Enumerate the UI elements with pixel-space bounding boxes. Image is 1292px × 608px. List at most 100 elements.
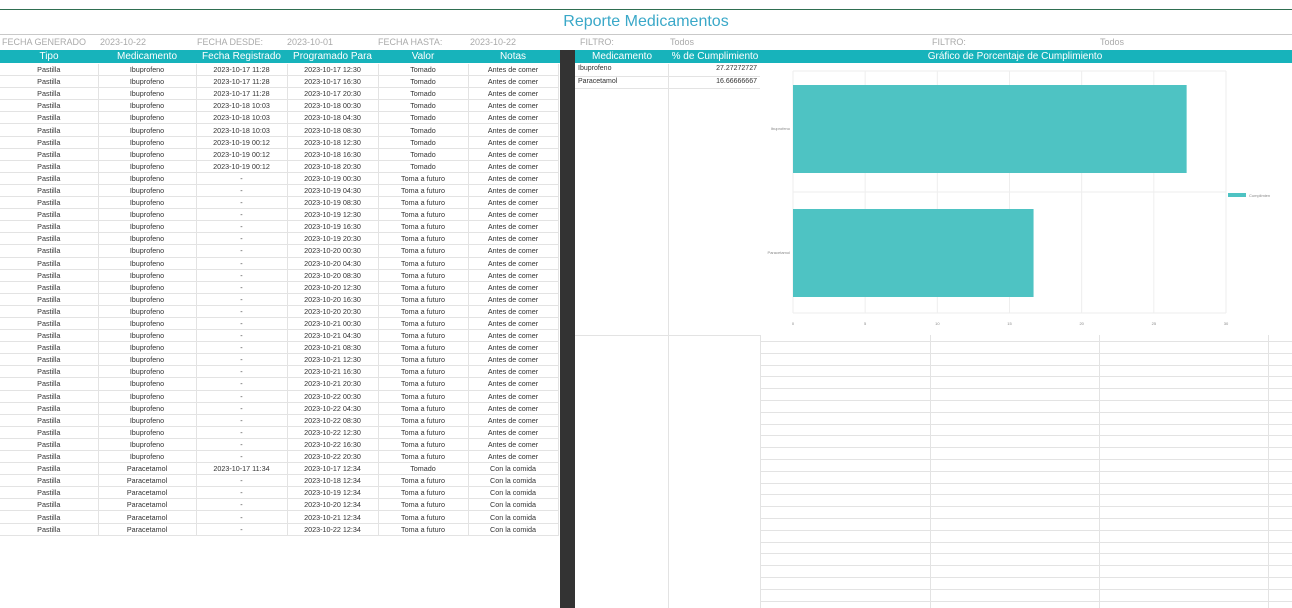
cell-fecha-registrado: - [196, 353, 288, 367]
cell-fecha-registrado: - [196, 232, 288, 246]
cell-medicamento: Ibuprofeno [98, 123, 197, 137]
cell-tipo: Pastilla [0, 438, 99, 452]
cell-tipo: Pastilla [0, 486, 99, 500]
cell-programado-para: 2023-10-22 04:30 [287, 402, 379, 415]
cell-valor: Toma a futuro [378, 510, 469, 524]
cell-tipo: Pastilla [0, 341, 99, 355]
bar-paracetamol [793, 209, 1034, 297]
table-row: Pastilla Paracetamol -2023-10-19 12:34 Toma… [0, 486, 559, 500]
cell-programado-para: 2023-10-17 16:30 [287, 75, 379, 89]
cell-tipo: Pastilla [0, 426, 99, 439]
cell-fecha-registrado: - [196, 172, 288, 185]
cell-medicamento: Ibuprofeno [98, 75, 197, 89]
table-row: Pastilla Ibuprofeno -2023-10-19 00:30 Toma … [0, 172, 559, 185]
cell-notas: Antes de comer [468, 414, 559, 427]
cell-valor: Tomado [378, 111, 469, 125]
cell-fecha-registrado: - [196, 184, 288, 198]
cell-medicamento: Ibuprofeno [98, 160, 197, 173]
cell-tipo: Pastilla [0, 136, 99, 149]
cell-tipo: Pastilla [0, 184, 99, 198]
cell-programado-para: 2023-10-21 04:30 [287, 329, 379, 343]
cell-fecha-registrado: - [196, 257, 288, 270]
cell-programado-para: 2023-10-21 20:30 [287, 377, 379, 391]
cell-medicamento: Ibuprofeno [98, 329, 197, 343]
cell-notas: Antes de comer [468, 257, 559, 270]
fecha-hasta-label: FECHA HASTA: [378, 37, 443, 47]
header-tipo: Tipo [39, 51, 59, 62]
cell-medicamento: Ibuprofeno [98, 172, 197, 185]
cell-programado-para: 2023-10-21 16:30 [287, 365, 379, 379]
table-row: Pastilla Ibuprofeno -2023-10-22 20:30 Toma … [0, 450, 559, 464]
cell-notas: Antes de comer [468, 305, 559, 318]
grid-line [761, 352, 1292, 354]
cell-notas: Antes de comer [468, 390, 559, 403]
cell-valor: Tomado [378, 462, 469, 476]
cell-notas: Con la comida [468, 510, 559, 524]
table-row: Pastilla Paracetamol -2023-10-22 12:34 Toma… [0, 523, 559, 536]
grid-line [761, 435, 1292, 437]
table-row: Pastilla Ibuprofeno 2023-10-18 10:03 2023-1… [0, 123, 559, 137]
cell-fecha-registrado: - [196, 305, 288, 318]
summary-row-line [575, 88, 761, 89]
cell-valor: Toma a futuro [378, 257, 469, 270]
cell-notas: Antes de comer [468, 402, 559, 415]
table-row: Pastilla Ibuprofeno -2023-10-20 16:30 Toma … [0, 293, 559, 306]
table-row: Pastilla Ibuprofeno -2023-10-20 08:30 Toma … [0, 269, 559, 282]
cell-fecha-registrado: - [196, 390, 288, 403]
cell-programado-para: 2023-10-17 20:30 [287, 87, 379, 101]
cell-fecha-registrado: - [196, 510, 288, 524]
x-tick-label: 10 [935, 321, 940, 326]
grid-line [761, 518, 1292, 519]
table-row: Pastilla Ibuprofeno 2023-10-17 11:28 2023-1… [0, 64, 559, 77]
table-row: Pastilla Ibuprofeno 2023-10-18 10:03 2023-1… [0, 111, 559, 125]
grid-line [761, 470, 1292, 472]
cell-valor: Tomado [378, 99, 469, 113]
cell-notas: Antes de comer [468, 64, 559, 77]
header-grafico: Gráfico de Porcentaje de Cumplimiento [927, 51, 1103, 62]
table-row: Pastilla Ibuprofeno 2023-10-18 10:03 2023-1… [0, 99, 559, 113]
table-row: Pastilla Ibuprofeno -2023-10-21 20:30 Toma … [0, 377, 559, 391]
report-title-bar: Reporte Medicamentos [0, 0, 1292, 36]
table-row: Pastilla Ibuprofeno -2023-10-20 00:30 Toma … [0, 244, 559, 258]
column-divider [560, 50, 575, 608]
table-row: Pastilla Ibuprofeno -2023-10-22 04:30 Toma … [0, 402, 559, 415]
cell-fecha-registrado: - [196, 402, 288, 415]
cell-valor: Toma a futuro [378, 244, 469, 258]
cell-medicamento: Paracetamol [98, 462, 197, 476]
cell-notas: Antes de comer [468, 99, 559, 113]
grid-line [761, 459, 1292, 460]
cell-notas: Antes de comer [468, 220, 559, 234]
cell-valor: Toma a futuro [378, 184, 469, 198]
cell-notas: Antes de comer [468, 438, 559, 452]
cell-notas: Antes de comer [468, 450, 559, 464]
cell-tipo: Pastilla [0, 365, 99, 379]
cell-tipo: Pastilla [0, 111, 99, 125]
table-row: Pastilla Ibuprofeno -2023-10-19 12:30 Toma … [0, 208, 559, 222]
cell-medicamento: Ibuprofeno [98, 269, 197, 282]
cell-programado-para: 2023-10-21 12:34 [287, 510, 379, 524]
cell-fecha-registrado: - [196, 269, 288, 282]
cell-fecha-registrado: 2023-10-18 10:03 [196, 123, 288, 137]
table-row: Pastilla Paracetamol 2023-10-17 11:34 2023-… [0, 462, 559, 476]
fecha-desde-value: 2023-10-01 [287, 37, 334, 47]
cell-medicamento: Ibuprofeno [98, 99, 197, 113]
table-row: Pastilla Ibuprofeno -2023-10-20 12:30 Toma … [0, 281, 559, 294]
title-bottom-line [0, 34, 1292, 35]
cell-programado-para: 2023-10-18 20:30 [287, 160, 379, 173]
cell-medicamento: Ibuprofeno [98, 257, 197, 270]
cell-programado-para: 2023-10-19 12:34 [287, 486, 379, 500]
cell-tipo: Pastilla [0, 293, 99, 306]
cell-programado-para: 2023-10-17 12:30 [287, 64, 379, 77]
cell-tipo: Pastilla [0, 353, 99, 367]
cell-medicamento: Ibuprofeno [98, 305, 197, 318]
legend-label: Cumplimiento [1249, 193, 1270, 198]
cell-medicamento: Paracetamol [98, 510, 197, 524]
cell-notas: Antes de comer [468, 208, 559, 222]
x-tick-label: 15 [1007, 321, 1012, 326]
y-tick-label: Ibuprofeno [771, 126, 791, 131]
grid-line [761, 388, 1292, 390]
cell-programado-para: 2023-10-19 08:30 [287, 196, 379, 210]
cell-fecha-registrado: 2023-10-19 00:12 [196, 148, 288, 161]
cell-programado-para: 2023-10-20 12:34 [287, 498, 379, 512]
cell-fecha-registrado: - [196, 377, 288, 391]
